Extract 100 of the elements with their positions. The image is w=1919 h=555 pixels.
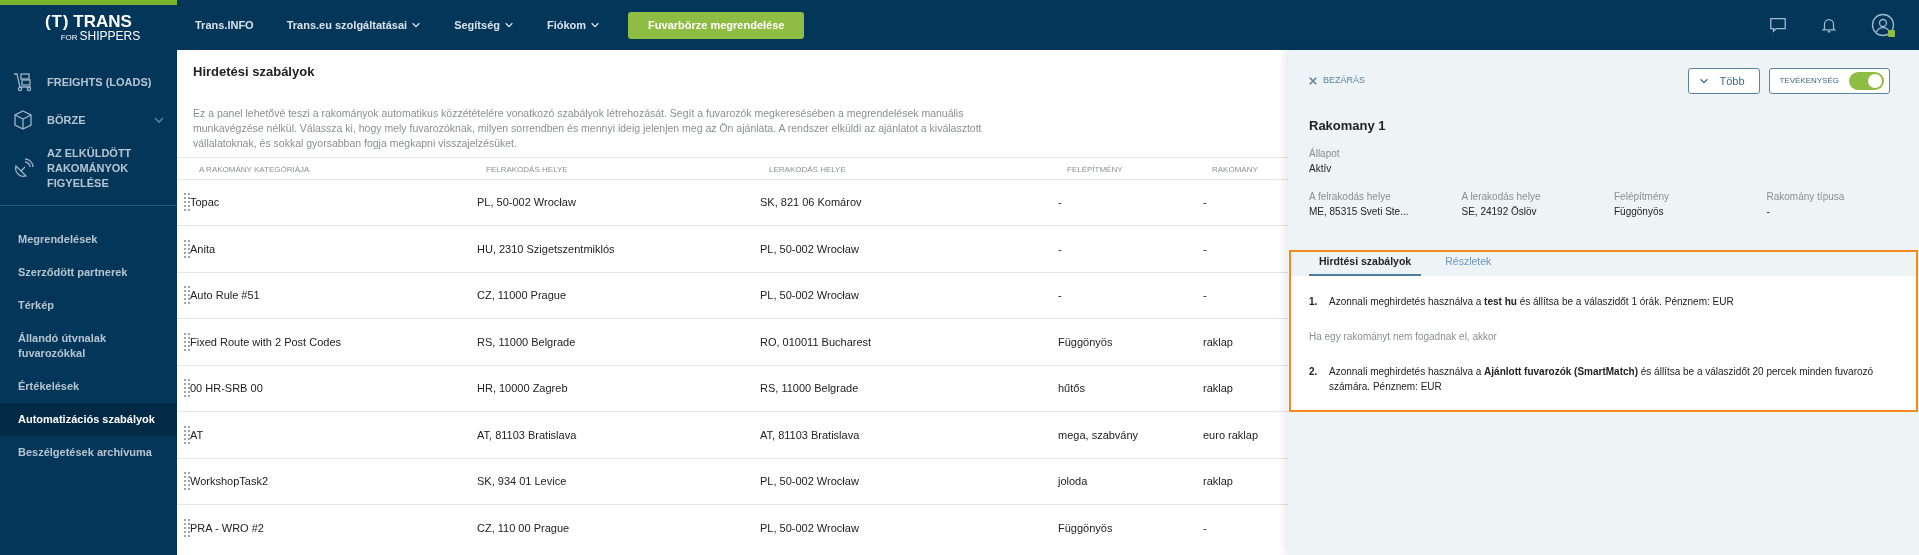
drag-handle-icon[interactable] bbox=[184, 379, 190, 398]
field-value: SE, 24192 Öslöv bbox=[1461, 204, 1538, 219]
drag-handle-icon[interactable] bbox=[184, 286, 190, 305]
table-cell-text: joloda bbox=[1058, 474, 1089, 489]
step-number: 1. bbox=[1309, 294, 1319, 309]
box-icon bbox=[11, 108, 35, 132]
table-cell-text: HU, 2310 Szigetszentmiklós bbox=[477, 241, 616, 257]
table-cell-text: AT, 81103 Bratislava bbox=[477, 427, 578, 443]
chat-icon[interactable] bbox=[1769, 16, 1787, 34]
field-label: Felépítmény bbox=[1614, 189, 1671, 204]
table-cell-text: RO, 010011 Bucharest bbox=[760, 334, 873, 350]
sidebar-main-item[interactable]: BÖRZE bbox=[0, 108, 177, 132]
logo-brand: TRANS bbox=[73, 13, 132, 30]
drag-handle-icon[interactable] bbox=[184, 425, 190, 444]
drag-handle-icon[interactable] bbox=[184, 518, 190, 537]
table-cell-text: - bbox=[1203, 288, 1208, 303]
column-header: RAKOMÁNY bbox=[1212, 163, 1259, 176]
user-avatar[interactable] bbox=[1871, 13, 1895, 37]
drag-handle-icon[interactable] bbox=[184, 193, 190, 212]
table-cell-text: - bbox=[1058, 241, 1063, 257]
nav-link[interactable]: Trans.eu szolgáltatásai bbox=[286, 16, 422, 34]
table-cell-text: - bbox=[1203, 241, 1208, 257]
table-cell-text: PRA - WRO #2 bbox=[190, 520, 265, 536]
sidebar-item[interactable]: Térkép bbox=[0, 289, 177, 322]
table-cell-text: euro raklap bbox=[1203, 427, 1260, 443]
table-cell-text: hűtős bbox=[1058, 381, 1086, 396]
table-cell-text: PL, 50-002 Wrocław bbox=[477, 195, 577, 210]
chevron-down-icon bbox=[411, 20, 422, 30]
sidebar-item[interactable]: Megrendelések bbox=[0, 223, 177, 256]
sidebar-main-item[interactable]: AZ ELKÜLDÖTT RAKOMÁNYOK FIGYELÉSE bbox=[0, 146, 177, 191]
rule-text: Azonnali meghirdetés használva a test hu és állítsa be a válaszidőt 1 órák. Pénznem: EUR bbox=[1329, 294, 1734, 309]
table-cell-text: - bbox=[1203, 520, 1208, 536]
rule-text: Azonnali meghirdetés használva a Ajánlott fuvarozók (SmartMatch) és állítsa be a válaszidőt 20 percek minden fuvarozó számára. Pénznem: EUR bbox=[1329, 364, 1875, 394]
table-cell-text: - bbox=[1058, 195, 1063, 210]
sidebar-main-item[interactable]: FREIGHTS (LOADS) bbox=[0, 70, 177, 94]
sidebar-item[interactable]: Beszélgetések archívuma bbox=[0, 436, 177, 469]
table-cell-text: AT bbox=[190, 427, 205, 443]
field-label: A lerakodás helye bbox=[1461, 189, 1542, 204]
sidebar-item[interactable]: Értékelések bbox=[0, 370, 177, 403]
table-cell-text: PL, 50-002 Wrocław bbox=[760, 520, 860, 536]
rule-note: Ha egy rakományt nem fogadnak el, akkor bbox=[1309, 329, 1498, 344]
user-avatar-icon bbox=[1871, 13, 1895, 37]
sidebar-item[interactable]: Állandó útvnalak fuvarozókkal bbox=[0, 322, 177, 370]
table-cell-text: Auto Rule #51 bbox=[190, 288, 261, 303]
field-value: Aktív bbox=[1309, 161, 1333, 176]
table-cell-text: AT, 81103 Bratislava bbox=[760, 427, 861, 443]
drag-handle-icon[interactable] bbox=[184, 239, 190, 258]
table-cell-text: Fixed Route with 2 Post Codes bbox=[190, 334, 343, 350]
table-cell-text: - bbox=[1203, 195, 1208, 210]
table-cell-text: CZ, 110 00 Prague bbox=[477, 520, 571, 536]
close-icon bbox=[1309, 77, 1317, 85]
column-header: FELÉPÍTMÉNY bbox=[1067, 163, 1124, 176]
column-header: A RAKOMÁNY KATEGÓRIÁJA bbox=[199, 163, 311, 176]
page-description: Ez a panel lehetővé teszi a rakományok automatikus közzétételére vonatkozó szabályok létrehozását. Segít a fuvarozók megkeresésében a megrendelések manuális munkavégzése nélkül. Válassza ki, hogy mely fuvarozóknak, milyen sorrendben és mennyi ideig jelenjen meg az Ön ajánlata. A rendszer elküldi az ajánlatot a kiválasztott vállalatoknak, és sokkal gyorsabban fogja megkapni visszajelzésüket. bbox=[192, 105, 983, 151]
table-cell-text: mega, szabvány bbox=[1058, 427, 1140, 443]
table-cell-text: WorkshopTask2 bbox=[190, 474, 270, 489]
drag-handle-icon[interactable] bbox=[184, 472, 190, 491]
table-cell-text: 00 HR-SRB 00 bbox=[190, 381, 264, 396]
table-cell-text: raklap bbox=[1203, 381, 1234, 396]
activity-toggle[interactable]: TEVÉKENYSÉG bbox=[1769, 68, 1890, 94]
drag-handle-icon[interactable] bbox=[184, 332, 190, 351]
field-label: A felrakodás helye bbox=[1309, 189, 1392, 204]
chevron-down-icon bbox=[590, 20, 601, 30]
load-title: Rakomany 1 bbox=[1308, 117, 1387, 135]
nav-link[interactable]: Fiókom bbox=[547, 16, 601, 34]
column-header: FELRAKODÁS HELYE bbox=[486, 163, 569, 176]
field-value: Függönyös bbox=[1614, 204, 1665, 219]
logo-sub: SHIPPERS bbox=[79, 30, 141, 42]
sidebar-item[interactable]: Automatizációs szabályok bbox=[0, 403, 177, 436]
table-cell-text: Függönyös bbox=[1058, 520, 1114, 536]
table-cell-text: RS, 11000 Belgrade bbox=[760, 381, 860, 396]
table-cell-text: PL, 50-002 Wrocław bbox=[760, 474, 860, 489]
tab[interactable]: Hirdtési szabályok bbox=[1309, 253, 1422, 276]
table-cell-text: Anita bbox=[190, 241, 217, 257]
table-cell-text: raklap bbox=[1203, 334, 1234, 350]
chevron-down-icon bbox=[504, 20, 514, 30]
logo-for: FOR bbox=[60, 34, 78, 42]
nav-link[interactable]: Segítség bbox=[454, 16, 514, 34]
field-value: - bbox=[1766, 204, 1771, 219]
close-button[interactable]: BEZÁRÁS bbox=[1309, 74, 1365, 88]
nav-link[interactable]: Trans.INFO bbox=[195, 16, 254, 34]
chevron-down-icon bbox=[153, 114, 165, 126]
table-cell-text: RS, 11000 Belgrade bbox=[477, 334, 577, 350]
sidebar-item[interactable]: Szerződött partnerek bbox=[0, 256, 177, 289]
column-header: LERAKODÁS HELYE bbox=[769, 163, 847, 176]
table-cell-text: raklap bbox=[1203, 474, 1234, 489]
table-cell-text: SK, 934 01 Levice bbox=[477, 474, 568, 489]
online-indicator bbox=[1888, 30, 1895, 37]
bell-icon[interactable] bbox=[1820, 16, 1838, 34]
table-cell-text: SK, 821 06 Komárov bbox=[760, 195, 863, 210]
table-cell-text: PL, 50-002 Wrocław bbox=[760, 288, 860, 303]
table-cell-text: HR, 10000 Zagreb bbox=[477, 381, 569, 396]
table-cell-text: Függönyös bbox=[1058, 334, 1114, 350]
chevron-down-icon bbox=[1699, 76, 1710, 86]
table-cell-text: PL, 50-002 Wrocław bbox=[760, 241, 860, 257]
page-title: Hirdetési szabályok bbox=[192, 63, 316, 81]
more-button[interactable]: Több bbox=[1688, 68, 1761, 94]
field-label: Állapot bbox=[1309, 146, 1341, 161]
step-number: 2. bbox=[1309, 364, 1319, 379]
table-cell-text: - bbox=[1058, 288, 1063, 303]
